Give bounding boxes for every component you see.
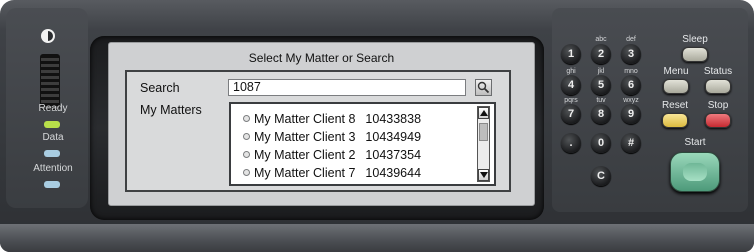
scroll-up-button[interactable] [478, 107, 489, 119]
key-8[interactable]: 8 [591, 104, 611, 124]
list-item[interactable]: My Matter Client 8 10433838 [243, 110, 421, 127]
key-hash[interactable]: # [621, 133, 641, 153]
matter-number: 10439644 [365, 165, 422, 180]
list-item[interactable]: My Matter Client 2 10437354 [243, 146, 421, 163]
stop-button[interactable] [705, 113, 731, 128]
key-letters: tuv [596, 97, 606, 104]
matter-number: 10434949 [365, 129, 422, 144]
key-9[interactable]: 9 [621, 104, 641, 124]
matter-selection-box: Search 1087 My Matters My Matter Client … [125, 70, 511, 192]
sleep-label: Sleep [682, 34, 708, 45]
key-5[interactable]: 5 [591, 75, 611, 95]
radio-button[interactable] [243, 151, 250, 158]
status-label: Status [703, 66, 733, 77]
key-4[interactable]: 4 [561, 75, 581, 95]
radio-button[interactable] [243, 169, 250, 176]
list-scrollbar[interactable] [477, 106, 490, 182]
radio-button[interactable] [243, 133, 250, 140]
list-item[interactable]: My Matter Client 3 10434949 [243, 128, 421, 145]
key-6[interactable]: 6 [621, 75, 641, 95]
scroll-thumb[interactable] [479, 123, 488, 141]
screen-title: Select My Matter or Search [248, 51, 395, 65]
search-label: Search [140, 81, 180, 95]
key-letters: jkl [597, 68, 605, 75]
key-letters: abc [595, 36, 607, 43]
key-3[interactable]: 3 [621, 44, 641, 64]
attention-led [44, 181, 60, 188]
key-2[interactable]: 2 [591, 44, 611, 64]
matter-number: 10433838 [365, 111, 422, 126]
start-button-face [683, 163, 707, 181]
ready-label: Ready [38, 103, 68, 114]
clear-key[interactable]: C [591, 166, 611, 186]
scroll-down-button[interactable] [478, 169, 489, 181]
matter-name: My Matter Client 2 [254, 147, 356, 162]
start-label: Start [684, 137, 706, 148]
data-label: Data [42, 132, 64, 143]
key-7[interactable]: 7 [561, 104, 581, 124]
matter-name: My Matter Client 3 [254, 129, 356, 144]
data-led [44, 150, 60, 157]
search-input[interactable]: 1087 [228, 79, 466, 96]
contrast-wheel[interactable] [40, 54, 60, 110]
menu-button[interactable] [663, 79, 689, 94]
matter-name: My Matter Client 8 [254, 111, 356, 126]
my-matters-label: My Matters [140, 103, 202, 117]
key-letters: def [626, 36, 636, 43]
stop-label: Stop [707, 100, 729, 111]
list-item[interactable]: My Matter Client 7 10439644 [243, 164, 421, 181]
reset-button[interactable] [662, 113, 688, 128]
arrow-down-icon [480, 172, 488, 178]
status-button[interactable] [705, 79, 731, 94]
start-button[interactable] [670, 152, 720, 192]
contrast-icon[interactable] [41, 29, 55, 43]
key-1[interactable]: 1 [561, 44, 581, 64]
matters-list: My Matter Client 8 10433838 My Matter Cl… [229, 102, 496, 186]
matter-name: My Matter Client 7 [254, 165, 356, 180]
key-letters: pqrs [564, 97, 578, 104]
ready-led [44, 121, 60, 128]
key-dot[interactable]: . [561, 133, 581, 153]
key-letters: mno [624, 68, 638, 75]
printer-control-panel: Ready Data Attention Select My Matter or… [0, 0, 754, 252]
key-letters: ghi [566, 68, 576, 75]
sleep-button[interactable] [682, 47, 708, 62]
status-panel: Ready Data Attention [6, 8, 88, 208]
attention-label: Attention [33, 163, 73, 174]
device-base [0, 224, 754, 252]
key-0[interactable]: 0 [591, 133, 611, 153]
key-letters: wxyz [623, 97, 639, 104]
touch-screen: Select My Matter or Search Search 1087 M… [108, 42, 535, 206]
radio-button[interactable] [243, 115, 250, 122]
search-button[interactable] [475, 79, 492, 96]
magnifier-icon [477, 81, 490, 94]
matter-number: 10437354 [365, 147, 422, 162]
arrow-up-icon [480, 110, 488, 116]
